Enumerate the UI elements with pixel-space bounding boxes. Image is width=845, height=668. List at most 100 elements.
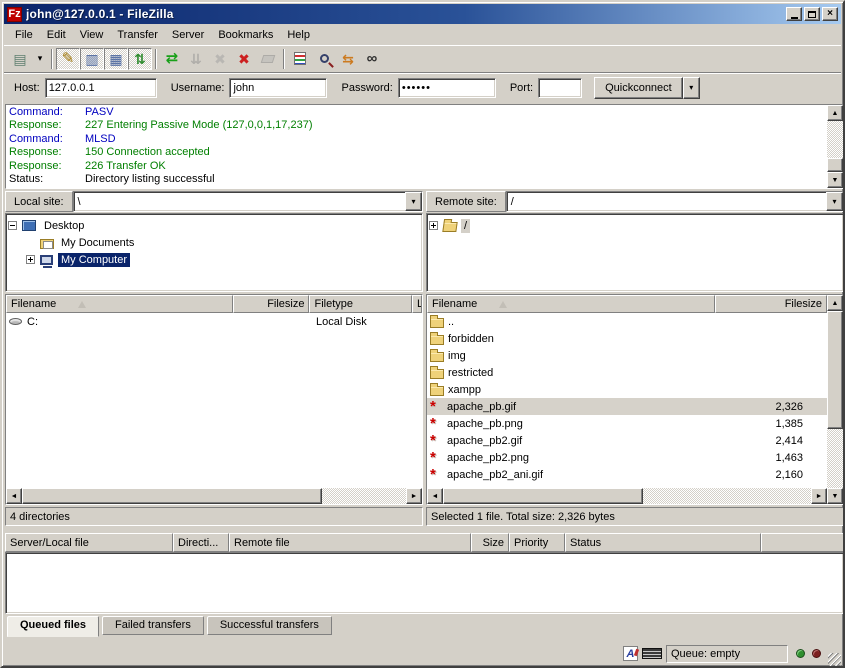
tree-item-desktop[interactable]: Desktop <box>8 217 420 234</box>
menu-server[interactable]: Server <box>165 27 211 43</box>
username-input[interactable] <box>229 78 327 98</box>
port-input[interactable] <box>538 78 582 98</box>
menu-help[interactable]: Help <box>280 27 317 43</box>
scrollbar-thumb[interactable] <box>827 311 843 429</box>
remote-row-folder[interactable]: forbidden <box>427 330 827 347</box>
site-manager-button[interactable]: ▤ <box>8 48 32 70</box>
menu-file[interactable]: File <box>8 27 40 43</box>
close-button[interactable]: × <box>822 7 838 21</box>
process-queue-button[interactable]: ⇊ <box>184 48 208 70</box>
column-header-filesize[interactable]: Filesize <box>233 295 310 313</box>
toggle-message-log-button[interactable]: ✎ <box>56 48 80 70</box>
scrollbar-track[interactable] <box>22 488 406 504</box>
disconnect-button[interactable]: ✖ <box>232 48 256 70</box>
maximize-button[interactable] <box>804 7 820 21</box>
reconnect-button[interactable] <box>256 48 280 70</box>
column-header-direction[interactable]: Directi... <box>173 533 229 552</box>
tab-queued-files[interactable]: Queued files <box>7 616 99 637</box>
tree-item-root[interactable]: / <box>429 217 841 234</box>
remote-site-path[interactable]: / <box>507 192 826 211</box>
scroll-right-button[interactable] <box>811 488 827 504</box>
column-header-filetype[interactable]: Filetype <box>309 295 412 313</box>
site-manager-dropdown[interactable]: ▾ <box>32 48 48 70</box>
local-site-combobox[interactable]: \ ▾ <box>73 191 423 212</box>
column-header-status[interactable]: Status <box>565 533 761 552</box>
remote-row-folder[interactable]: restricted <box>427 364 827 381</box>
speed-limit-icon[interactable] <box>642 648 662 659</box>
transfer-type-icon[interactable]: A <box>623 646 638 661</box>
scrollbar-thumb[interactable] <box>827 158 843 172</box>
tree-label-selected[interactable]: My Computer <box>58 253 130 267</box>
tree-item-my-documents[interactable]: My Documents <box>8 234 420 251</box>
queue-body[interactable] <box>5 552 844 614</box>
remote-site-combobox[interactable]: / ▾ <box>506 191 844 212</box>
directory-comparison-button[interactable] <box>312 48 336 70</box>
local-site-dropdown[interactable]: ▾ <box>405 192 422 211</box>
remote-row-folder[interactable]: xampp <box>427 381 827 398</box>
column-header-filesize[interactable]: Filesize <box>715 295 827 313</box>
scroll-up-button[interactable] <box>827 295 843 311</box>
tree-label[interactable]: Desktop <box>41 219 87 233</box>
toggle-local-tree-button[interactable]: ▥ <box>80 48 104 70</box>
menu-bookmarks[interactable]: Bookmarks <box>211 27 280 43</box>
find-files-button[interactable]: ∞ <box>360 48 384 70</box>
tree-label-selected-inactive[interactable]: / <box>461 219 470 233</box>
column-label: Directi... <box>178 537 218 549</box>
remote-row-folder[interactable]: img <box>427 347 827 364</box>
remote-row-file[interactable]: *apache_pb2.png1,463 <box>427 449 827 466</box>
refresh-button[interactable]: ⇄ <box>160 48 184 70</box>
log-scrollbar[interactable] <box>827 105 843 188</box>
scroll-up-button[interactable] <box>827 105 843 121</box>
remote-row-file[interactable]: *apache_pb2.gif2,414 <box>427 432 827 449</box>
remote-row-file[interactable]: *apache_pb.png1,385 <box>427 415 827 432</box>
tab-failed-transfers[interactable]: Failed transfers <box>102 616 204 635</box>
scrollbar-track[interactable] <box>443 488 811 504</box>
directory-filters-button[interactable] <box>288 48 312 70</box>
column-header-priority[interactable]: Priority <box>509 533 565 552</box>
cancel-operation-button[interactable]: ✖ <box>208 48 232 70</box>
menu-edit[interactable]: Edit <box>40 27 73 43</box>
column-header-filename[interactable]: Filename <box>6 295 233 313</box>
scroll-down-button[interactable] <box>827 488 843 504</box>
remote-row-file-selected[interactable]: *apache_pb.gif2,326 <box>427 398 827 415</box>
column-header-remote-file[interactable]: Remote file <box>229 533 471 552</box>
remote-row-file[interactable]: *apache_pb2_ani.gif2,160 <box>427 466 827 483</box>
scrollbar-track[interactable] <box>827 121 843 172</box>
scrollbar-thumb[interactable] <box>22 488 322 504</box>
menu-transfer[interactable]: Transfer <box>110 27 165 43</box>
host-input[interactable] <box>45 78 157 98</box>
synchronized-browsing-button[interactable]: ⇆ <box>336 48 360 70</box>
tree-item-my-computer[interactable]: My Computer <box>8 251 420 268</box>
title-bar[interactable]: Fz john@127.0.0.1 - FileZilla × <box>4 4 841 24</box>
column-header-filename[interactable]: Filename <box>427 295 715 313</box>
tree-label[interactable]: My Documents <box>58 236 137 250</box>
scrollbar-track[interactable] <box>827 311 843 488</box>
remote-horizontal-scrollbar[interactable] <box>427 488 827 504</box>
expand-icon[interactable] <box>26 255 35 264</box>
remote-vertical-scrollbar[interactable] <box>827 295 843 504</box>
scroll-down-button[interactable] <box>827 172 843 188</box>
column-header-last-modified[interactable]: L <box>412 295 422 313</box>
local-row-c-drive[interactable]: C: Local Disk <box>6 313 422 330</box>
toggle-queue-button[interactable]: ⇅ <box>128 48 152 70</box>
resize-grip[interactable] <box>828 653 841 666</box>
local-site-path[interactable]: \ <box>74 192 405 211</box>
quickconnect-dropdown[interactable]: ▾ <box>683 77 700 99</box>
column-header-server-local-file[interactable]: Server/Local file <box>5 533 173 552</box>
tab-successful-transfers[interactable]: Successful transfers <box>207 616 332 635</box>
remote-site-dropdown[interactable]: ▾ <box>826 192 843 211</box>
password-input[interactable] <box>398 78 496 98</box>
minimize-button[interactable] <box>786 7 802 21</box>
scroll-left-button[interactable] <box>6 488 22 504</box>
expand-icon[interactable] <box>429 221 438 230</box>
scroll-right-button[interactable] <box>406 488 422 504</box>
menu-view[interactable]: View <box>73 27 111 43</box>
scrollbar-thumb[interactable] <box>443 488 643 504</box>
scroll-left-button[interactable] <box>427 488 443 504</box>
toggle-remote-tree-button[interactable]: ▦ <box>104 48 128 70</box>
quickconnect-button[interactable]: Quickconnect <box>594 77 683 99</box>
remote-row-parent-dir[interactable]: .. <box>427 313 827 330</box>
column-header-size[interactable]: Size <box>471 533 509 552</box>
collapse-icon[interactable] <box>8 221 17 230</box>
local-horizontal-scrollbar[interactable] <box>6 488 422 504</box>
